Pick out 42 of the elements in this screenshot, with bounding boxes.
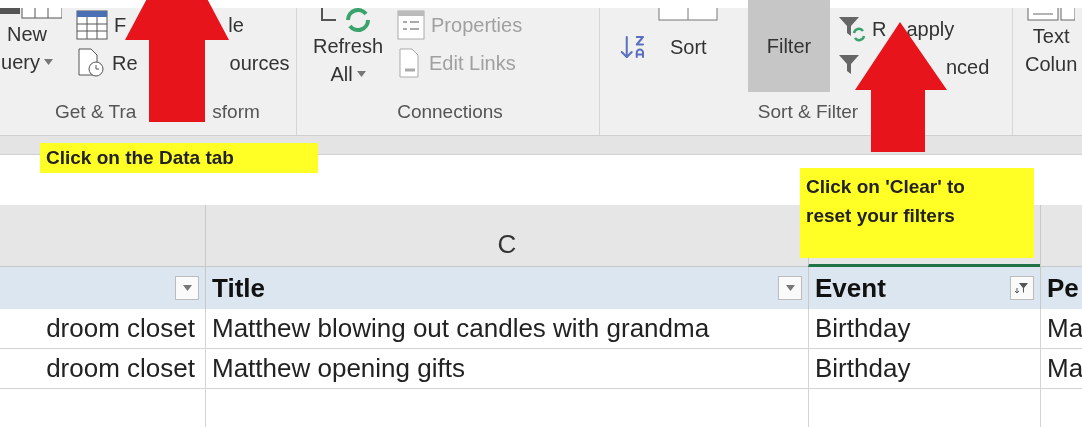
group-label: Get & Tra	[55, 101, 137, 124]
ribbon-command[interactable]: All	[330, 60, 353, 88]
document-clock-icon	[76, 48, 106, 78]
header-text: Pe	[1047, 272, 1079, 304]
table-icon	[76, 10, 108, 40]
ribbon-command[interactable]: R	[872, 17, 887, 41]
column-header[interactable]: C	[205, 205, 808, 267]
caret-icon	[785, 285, 795, 291]
ribbon-command[interactable]: F	[114, 13, 127, 37]
group-label: Sort & Filter	[757, 101, 859, 124]
filter-button[interactable]: Filter	[748, 0, 830, 92]
annotation-tooltip: Click on the Data tab	[40, 143, 318, 173]
header-text: Title	[212, 272, 265, 304]
table-cell: Birthday	[815, 313, 911, 344]
funnel-refresh-icon	[838, 15, 866, 43]
caret-icon	[182, 285, 192, 291]
ribbon-command[interactable]: apply	[906, 17, 955, 41]
ribbon-command[interactable]: ources	[229, 51, 290, 75]
table-cell: Birthday	[815, 353, 911, 384]
table-cell: Matthew blowing out candles with grandma	[212, 313, 710, 344]
ribbon-command[interactable]: Text	[1032, 22, 1070, 50]
header-text: Event	[815, 272, 886, 304]
filter-dropdown-button[interactable]	[778, 276, 802, 300]
properties-icon	[397, 10, 426, 40]
group-label: Connections	[397, 101, 503, 124]
ribbon-command[interactable]: uery	[1, 48, 40, 76]
filter-dropdown-button[interactable]	[175, 276, 199, 300]
ribbon-command[interactable]: Refresh	[313, 32, 384, 60]
table-cell-text: droom closet	[46, 353, 196, 384]
group-label: sform	[212, 101, 260, 124]
ribbon-command[interactable]: le	[228, 13, 244, 37]
ribbon-command[interactable]: nced	[946, 55, 990, 79]
annotation-tooltip: Click on 'Clear' to reset your filters	[800, 168, 1034, 258]
ribbon-command[interactable]: New	[7, 20, 47, 48]
sort-button[interactable]: Sort	[670, 35, 707, 59]
table-cell: Matthew opening gifts	[212, 353, 465, 384]
ribbon-command[interactable]: Re	[112, 51, 138, 75]
table-cell-text: droom closet	[46, 313, 196, 344]
funnel-icon	[1015, 282, 1029, 294]
ribbon-command[interactable]: Colun	[1025, 50, 1078, 78]
text-columns-icon	[1027, 8, 1076, 22]
filter-applied-button[interactable]	[1010, 276, 1034, 300]
